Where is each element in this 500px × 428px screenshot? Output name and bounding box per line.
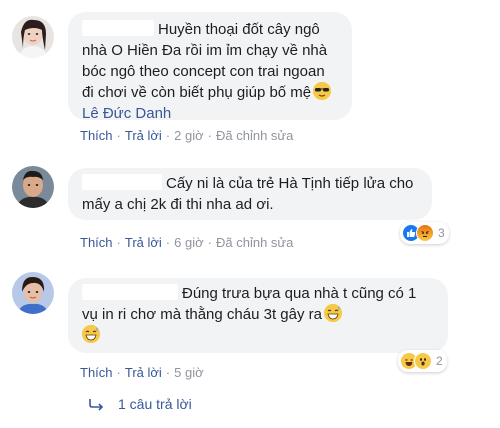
avatar[interactable] — [12, 166, 54, 208]
comment-bubble: Đúng trưa bựa qua nhà t cũng có 1 vụ in … — [68, 278, 448, 353]
view-replies-label[interactable]: 1 câu trả lời — [118, 396, 192, 412]
redacted-author-name — [82, 20, 154, 36]
wow-reaction-icon — [414, 352, 432, 370]
mention-link[interactable]: Lê Đức Danh — [82, 105, 171, 122]
reaction-summary[interactable]: 2 — [398, 350, 447, 372]
grin-sweat-emoji-icon — [82, 325, 100, 343]
avatar[interactable] — [12, 16, 54, 58]
view-replies-link[interactable]: 1 câu trả lời — [88, 396, 192, 412]
comment-bubble: Huyền thoại đốt cây ngô nhà O Hiền Đa rồ… — [68, 12, 352, 122]
comment-actions: Thích · Trả lời · 5 giờ — [80, 365, 204, 380]
like-link[interactable]: Thích — [80, 128, 113, 143]
redacted-author-name — [82, 174, 162, 190]
reply-link[interactable]: Trả lời — [125, 365, 162, 380]
timestamp[interactable]: 6 giờ — [174, 235, 204, 250]
reply-link[interactable]: Trả lời — [125, 235, 162, 250]
timestamp[interactable]: 2 giờ — [174, 128, 204, 143]
comment-actions: Thích · Trả lời · 2 giờ · Đã chỉnh sửa — [80, 128, 294, 143]
reply-arrow-icon — [88, 397, 106, 411]
like-link[interactable]: Thích — [80, 235, 113, 250]
angry-reaction-icon — [416, 224, 434, 242]
redacted-author-name — [82, 284, 178, 300]
grin-sweat-emoji-icon — [323, 304, 342, 322]
reply-link[interactable]: Trả lời — [125, 128, 162, 143]
reaction-summary[interactable]: 3 — [400, 222, 449, 244]
reaction-count: 3 — [438, 226, 445, 240]
edited-label[interactable]: Đã chỉnh sửa — [216, 128, 293, 143]
comment-actions: Thích · Trả lời · 6 giờ · Đã chỉnh sửa — [80, 235, 294, 250]
like-link[interactable]: Thích — [80, 365, 113, 380]
reaction-count: 2 — [436, 354, 443, 368]
timestamp[interactable]: 5 giờ — [174, 365, 204, 380]
avatar[interactable] — [12, 272, 54, 314]
sunglasses-emoji-icon — [313, 82, 332, 100]
edited-label[interactable]: Đã chỉnh sửa — [216, 235, 293, 250]
comment-bubble: Cấy ni là của trẻ Hà Tịnh tiếp lửa cho m… — [68, 168, 432, 220]
